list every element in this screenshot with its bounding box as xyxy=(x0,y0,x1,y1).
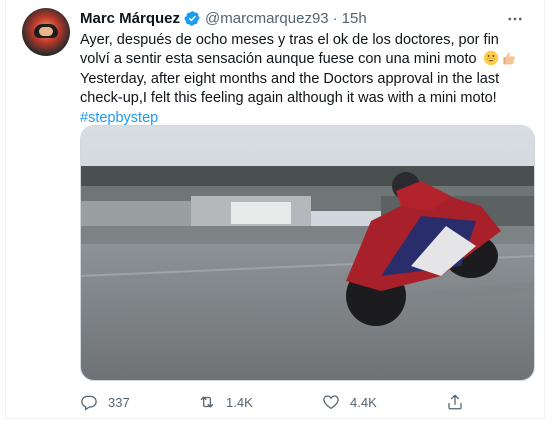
tweet-actions: 337 1.4K 4.4K xyxy=(80,392,520,412)
tweet-text: Ayer, después de ocho meses y tras el ok… xyxy=(80,31,530,128)
retweet-icon xyxy=(200,396,214,408)
header-separator: · xyxy=(332,10,338,27)
more-options-icon[interactable] xyxy=(504,8,526,30)
tweet-text-en: Yesterday, after eight months and the Do… xyxy=(80,70,500,107)
like-count: 4.4K xyxy=(350,394,377,410)
reply-icon xyxy=(81,395,97,411)
share-icon xyxy=(448,394,462,410)
grinning-face-icon xyxy=(483,51,498,66)
thumbs-up-icon xyxy=(503,52,515,65)
reply-count: 337 xyxy=(108,394,130,410)
share-button[interactable] xyxy=(446,393,464,411)
author-name[interactable]: Marc Márquez xyxy=(80,10,180,27)
hashtag-link[interactable]: #stepbystep xyxy=(80,110,158,126)
tweet-card[interactable]: Marc Márquez @marcmarquez93 · 15h Ayer, … xyxy=(5,0,545,419)
avatar-face xyxy=(39,27,53,36)
tweet-timestamp[interactable]: 15h xyxy=(342,10,367,27)
heart-icon xyxy=(323,395,339,410)
avatar[interactable] xyxy=(22,8,70,56)
retweet-count: 1.4K xyxy=(226,394,253,410)
retweet-button[interactable]: 1.4K xyxy=(198,393,253,411)
verified-badge-icon xyxy=(184,11,200,26)
like-button[interactable]: 4.4K xyxy=(322,393,377,411)
video-media[interactable] xyxy=(80,125,535,381)
tweet-text-es-line: Ayer, después de ocho meses y tras el ok… xyxy=(80,31,530,70)
video-frame xyxy=(81,126,534,380)
tweet-header: Marc Márquez @marcmarquez93 · 15h xyxy=(80,10,367,27)
tweet-text-es: Ayer, después de ocho meses y tras el ok… xyxy=(80,32,499,68)
reply-button[interactable]: 337 xyxy=(80,393,130,411)
author-handle[interactable]: @marcmarquez93 xyxy=(205,10,329,27)
